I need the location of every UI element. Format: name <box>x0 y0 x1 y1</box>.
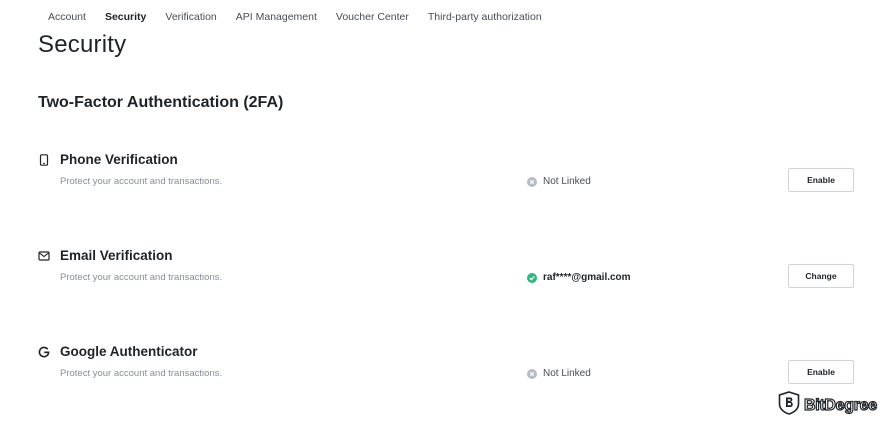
not-linked-icon <box>527 176 537 187</box>
phone-verification-description: Protect your account and transactions. <box>60 176 223 187</box>
watermark-text: BitDegree <box>803 396 877 414</box>
linked-email: raf****@gmail.com <box>543 272 631 283</box>
google-enable-button[interactable]: Enable <box>788 360 854 384</box>
email-verification-label: Email Verification <box>60 248 173 263</box>
email-change-button[interactable]: Change <box>788 264 854 288</box>
section-title: Two-Factor Authentication (2FA) <box>38 94 284 111</box>
tab-voucher-center[interactable]: Voucher Center <box>336 11 409 23</box>
status-text: Not Linked <box>543 368 591 379</box>
tab-api-management[interactable]: API Management <box>236 11 317 23</box>
bitdegree-logo-icon <box>778 391 800 420</box>
check-icon <box>527 272 537 283</box>
not-linked-icon <box>527 368 537 379</box>
tab-verification[interactable]: Verification <box>165 11 216 23</box>
bitdegree-watermark: BitDegree <box>778 391 878 420</box>
google-authenticator-description: Protect your account and transactions. <box>60 368 223 379</box>
phone-enable-button[interactable]: Enable <box>788 168 854 192</box>
tab-security[interactable]: Security <box>105 11 146 23</box>
page-title: Security <box>38 31 127 58</box>
google-authenticator-row: Google Authenticator Protect your accoun… <box>38 344 858 394</box>
email-verification-row: Email Verification Protect your account … <box>38 248 858 298</box>
security-page: Account Security Verification API Manage… <box>0 0 880 423</box>
phone-verification-status: Not Linked <box>527 176 591 187</box>
phone-verification-row: Phone Verification Protect your account … <box>38 152 858 202</box>
email-verification-status: raf****@gmail.com <box>527 272 631 283</box>
top-nav: Account Security Verification API Manage… <box>48 11 561 23</box>
tab-third-party-authorization[interactable]: Third-party authorization <box>428 11 542 23</box>
tab-account[interactable]: Account <box>48 11 86 23</box>
phone-icon <box>38 154 50 166</box>
google-authenticator-label: Google Authenticator <box>60 344 198 359</box>
email-verification-description: Protect your account and transactions. <box>60 272 223 283</box>
google-icon <box>38 346 50 358</box>
phone-verification-label: Phone Verification <box>60 152 178 167</box>
mail-icon <box>38 250 50 262</box>
status-text: Not Linked <box>543 176 591 187</box>
google-authenticator-status: Not Linked <box>527 368 591 379</box>
